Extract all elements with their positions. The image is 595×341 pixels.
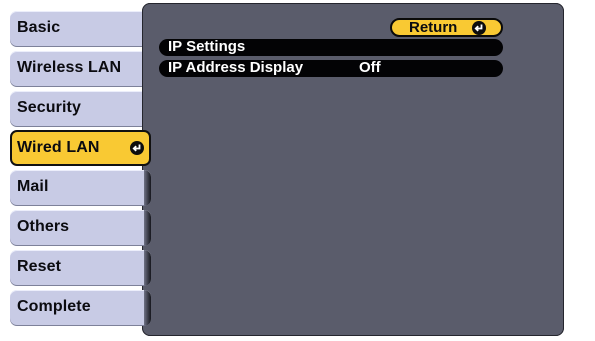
row-label: IP Address Display: [168, 59, 304, 76]
tab-edge: [144, 250, 151, 286]
settings-panel: Return IP Settings IP Address Display Of…: [142, 3, 564, 336]
sidebar-item-basic[interactable]: Basic: [10, 11, 151, 47]
sidebar-item-label: Security: [17, 99, 81, 116]
tab-edge: [144, 290, 151, 326]
enter-return-icon: [472, 21, 486, 35]
row-value: Off: [359, 59, 381, 76]
sidebar-item-security[interactable]: Security: [10, 91, 151, 127]
sidebar-item-label: Mail: [17, 178, 49, 195]
sidebar-item-label: Reset: [17, 258, 62, 275]
sidebar-item-mail[interactable]: Mail: [10, 170, 151, 206]
sidebar-item-wired-lan[interactable]: Wired LAN: [10, 130, 151, 166]
menu-row-ip-settings[interactable]: IP Settings: [159, 38, 503, 56]
tab-edge: [144, 210, 151, 246]
sidebar-item-reset[interactable]: Reset: [10, 250, 151, 286]
return-button[interactable]: Return: [390, 18, 503, 37]
sidebar-item-wireless-lan[interactable]: Wireless LAN: [10, 51, 151, 87]
sidebar-item-complete[interactable]: Complete: [10, 290, 151, 326]
row-label: IP Settings: [168, 38, 246, 55]
sidebar-item-label: Wired LAN: [17, 139, 100, 156]
tab-edge: [144, 170, 151, 206]
sidebar-item-label: Others: [17, 218, 70, 235]
sidebar-item-label: Complete: [17, 298, 91, 315]
sidebar-item-label: Wireless LAN: [17, 59, 122, 76]
projector-network-menu: Basic Wireless LAN Security Return IP Se…: [0, 0, 595, 341]
enter-return-icon: [130, 141, 144, 155]
return-label: Return: [409, 19, 458, 36]
sidebar-item-others[interactable]: Others: [10, 210, 151, 246]
menu-row-ip-address-display[interactable]: IP Address Display Off: [159, 59, 503, 77]
sidebar-item-label: Basic: [17, 19, 61, 36]
